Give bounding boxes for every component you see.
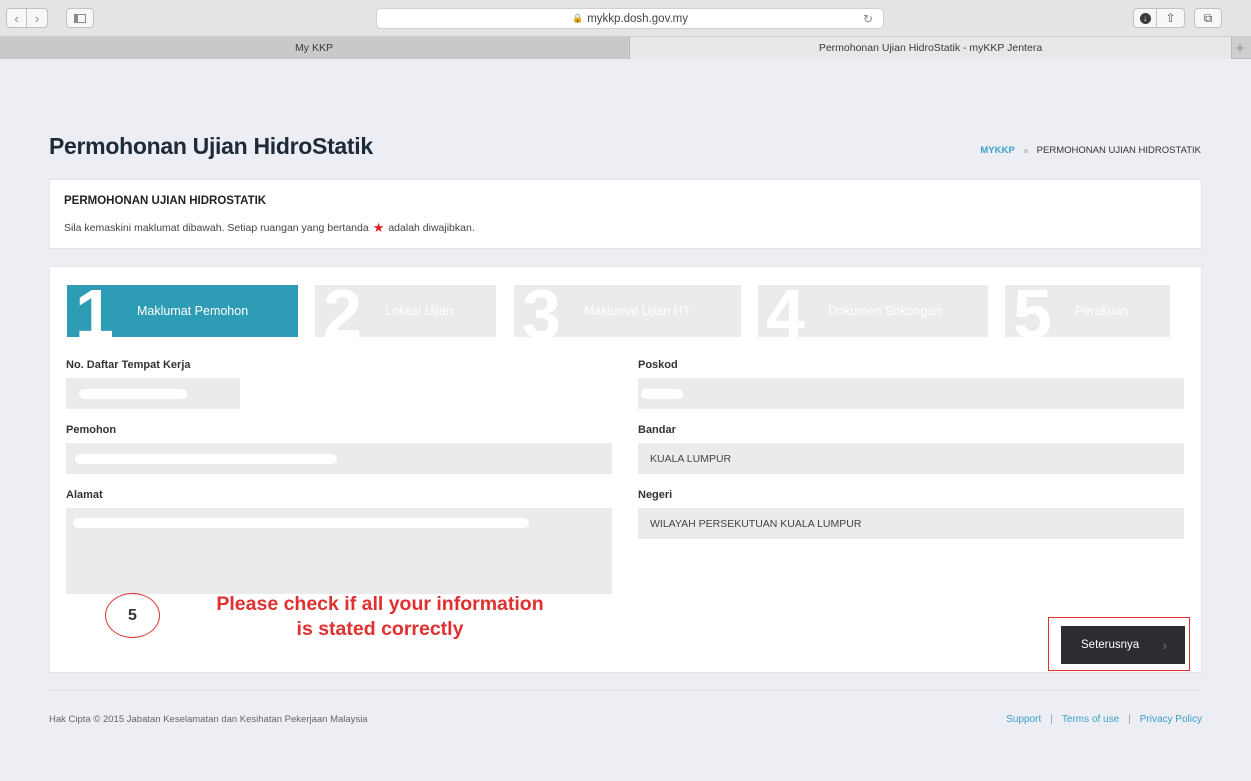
url-text: mykkp.dosh.gov.my	[587, 12, 688, 25]
pemohon-label: Pemohon	[66, 424, 117, 436]
breadcrumb-root-link[interactable]: MYKKP	[980, 145, 1014, 156]
redaction-mark	[79, 389, 187, 399]
chevron-right-icon: ›	[1162, 637, 1167, 653]
no-daftar-label: No. Daftar Tempat Kerja	[66, 359, 191, 371]
lock-icon: 🔒	[572, 13, 584, 23]
step-2-lokasi-ujian[interactable]: 2 Lokasi Ujian	[315, 285, 496, 337]
footer-separator: |	[1050, 714, 1053, 725]
step-number: 3	[522, 285, 561, 337]
forward-button[interactable]: ›	[27, 8, 48, 28]
step-4-dokumen-sokongan[interactable]: 4 Dokumen Sokongan	[758, 285, 988, 337]
info-text-before: Sila kemaskini maklumat dibawah. Setiap …	[64, 222, 369, 234]
redaction-mark	[641, 389, 683, 399]
tab-bar: My KKP Permohonan Ujian HidroStatik - my…	[0, 37, 1251, 59]
history-nav: ‹ ›	[6, 8, 48, 28]
negeri-field[interactable]: WILAYAH PERSEKUTUAN KUALA LUMPUR	[638, 508, 1184, 539]
breadcrumb: MYKKP PERMOHONAN UJIAN HIDROSTATIK	[980, 145, 1201, 156]
terms-of-use-link[interactable]: Terms of use	[1062, 714, 1119, 725]
browser-toolbar: ‹ › 🔒 mykkp.dosh.gov.my ↻ ↓ ⇧ ⧉	[0, 0, 1251, 37]
step-number: 4	[766, 285, 805, 337]
alamat-label: Alamat	[66, 489, 103, 501]
breadcrumb-separator	[1023, 148, 1028, 153]
footer-links: Support | Terms of use | Privacy Policy	[1006, 714, 1202, 725]
tab-label: My KKP	[295, 42, 333, 54]
sidebar-toggle-button[interactable]	[66, 8, 94, 28]
footer-copyright: Hak Cipta © 2015 Jabatan Keselamatan dan…	[49, 714, 368, 725]
page-title: Permohonan Ujian HidroStatik	[49, 133, 373, 159]
step-5-perakuan[interactable]: 5 Perakuan	[1005, 285, 1170, 337]
privacy-policy-link[interactable]: Privacy Policy	[1140, 714, 1202, 725]
poskod-label: Poskod	[638, 359, 678, 371]
step-number: 2	[323, 285, 362, 337]
tab-permohonan[interactable]: Permohonan Ujian HidroStatik - myKKP Jen…	[629, 37, 1232, 59]
share-button[interactable]: ⇧	[1157, 8, 1185, 28]
annotation-step-circle: 5	[105, 593, 160, 638]
chevron-right-icon: ›	[34, 10, 40, 26]
redaction-mark	[75, 454, 337, 464]
chevron-left-icon: ‹	[14, 10, 19, 26]
reload-icon[interactable]: ↻	[863, 12, 873, 26]
step-1-maklumat-pemohon[interactable]: 1 Maklumat Pemohon	[67, 285, 298, 337]
step-number: 5	[1013, 285, 1052, 337]
info-panel: PERMOHONAN UJIAN HIDROSTATIK Sila kemask…	[49, 179, 1202, 249]
footer-divider	[49, 690, 1202, 691]
step-3-maklumat-ujian-ht[interactable]: 3 Maklumat Ujian HT	[514, 285, 741, 337]
sidebar-icon	[74, 13, 86, 23]
back-button[interactable]: ‹	[6, 8, 27, 28]
negeri-label: Negeri	[638, 489, 673, 501]
download-icon: ↓	[1139, 12, 1151, 24]
poskod-field[interactable]	[638, 378, 1184, 409]
step-label: Maklumat Ujian HT	[584, 304, 691, 318]
address-bar[interactable]: 🔒 mykkp.dosh.gov.my ↻	[376, 8, 884, 29]
footer-separator: |	[1128, 714, 1131, 725]
annotation-line-2: is stated correctly	[296, 618, 464, 640]
annotation-text: Please check if all your information is …	[170, 592, 590, 642]
info-panel-title: PERMOHONAN UJIAN HIDROSTATIK	[64, 195, 267, 207]
bandar-field[interactable]: KUALA LUMPUR	[638, 443, 1184, 474]
tabs-icon: ⧉	[1203, 10, 1213, 25]
tab-label: Permohonan Ujian HidroStatik - myKKP Jen…	[818, 42, 1043, 54]
step-label: Lokasi Ujian	[385, 304, 454, 318]
info-panel-text: Sila kemaskini maklumat dibawah. Setiap …	[64, 220, 475, 236]
breadcrumb-current: PERMOHONAN UJIAN HIDROSTATIK	[1036, 145, 1201, 156]
support-link[interactable]: Support	[1006, 714, 1041, 725]
downloads-button[interactable]: ↓	[1133, 8, 1157, 28]
next-button-label: Seterusnya	[1081, 639, 1140, 651]
required-star-icon: ★	[372, 220, 385, 235]
step-label: Dokumen Sokongan	[828, 304, 942, 318]
next-button[interactable]: Seterusnya ›	[1061, 626, 1185, 664]
annotation-line-1: Please check if all your information	[216, 593, 544, 615]
step-number: 1	[75, 285, 114, 337]
share-icon: ⇧	[1165, 11, 1176, 25]
step-label: Perakuan	[1075, 304, 1129, 318]
redaction-mark	[73, 518, 529, 528]
new-tab-button[interactable]: +	[1233, 37, 1247, 59]
step-label: Maklumat Pemohon	[137, 304, 249, 318]
bandar-label: Bandar	[638, 424, 676, 436]
show-tabs-button[interactable]: ⧉	[1194, 8, 1222, 28]
tab-my-kkp[interactable]: My KKP	[0, 37, 628, 59]
info-text-after: adalah diwajibkan.	[388, 222, 475, 234]
